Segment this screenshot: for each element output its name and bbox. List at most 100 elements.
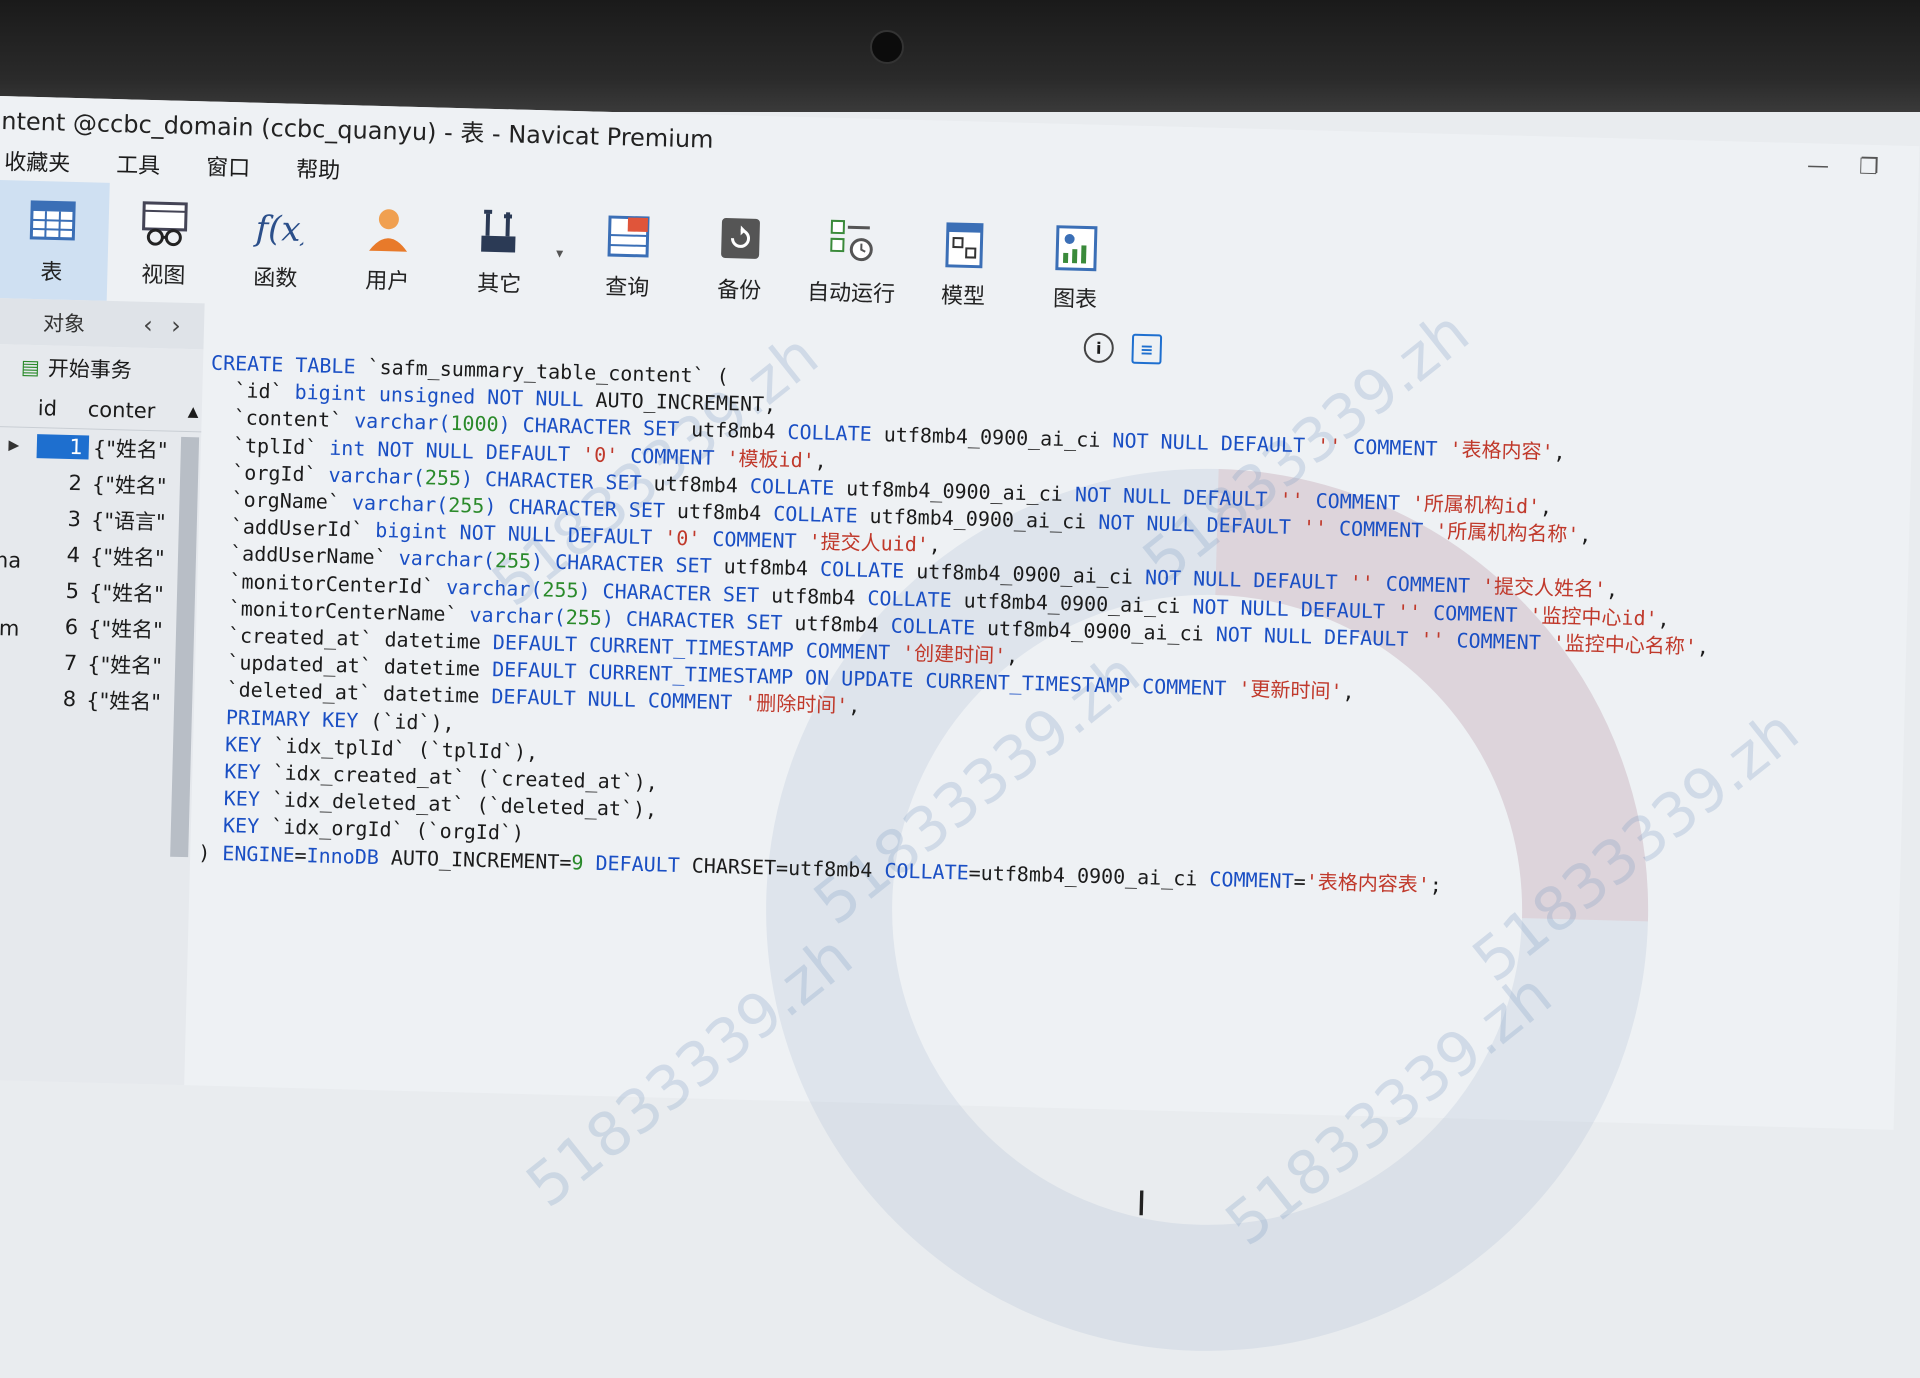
sql-token: '' xyxy=(1279,487,1316,512)
user-icon xyxy=(361,203,416,258)
cell-id[interactable]: 5 xyxy=(33,578,86,603)
cell-content[interactable]: {"姓名" xyxy=(88,432,167,464)
cell-content[interactable]: {"姓名" xyxy=(83,648,162,680)
sql-token: KEY xyxy=(199,813,272,839)
sql-token: utf8mb4_0900_ai_ci xyxy=(987,616,1216,646)
cell-content[interactable]: {"姓名" xyxy=(84,612,163,644)
sql-token: , xyxy=(1579,523,1592,547)
sql-token: COLLATE xyxy=(884,858,969,884)
sql-token: '创建时间' xyxy=(902,641,1007,668)
table-row[interactable]: 7{"姓名" xyxy=(0,643,196,684)
cell-content[interactable]: {"语言" xyxy=(87,504,166,536)
begin-transaction-button[interactable]: ▤ 开始事务 xyxy=(0,344,203,393)
minimize-icon[interactable]: — xyxy=(1807,153,1830,179)
sql-token: NOT NULL DEFAULT xyxy=(1075,482,1280,511)
sql-token: varchar( xyxy=(446,574,543,601)
toolbar-button[interactable]: 自动运行 xyxy=(794,201,909,322)
toolbar-button[interactable]: 表 xyxy=(0,180,110,301)
sql-token: , xyxy=(814,448,827,472)
sql-token: varchar( xyxy=(352,490,449,517)
sql-token: 255 xyxy=(542,577,579,602)
sql-token: '模板id' xyxy=(726,446,815,472)
sql-token: `tplId` xyxy=(209,432,330,459)
menu-item[interactable]: 工具 xyxy=(110,147,183,181)
cell-id[interactable]: 8 xyxy=(30,686,83,711)
column-header-content[interactable]: conter xyxy=(88,397,189,424)
sql-token: , xyxy=(1006,644,1019,668)
table-row[interactable]: 6{"姓名" xyxy=(0,607,197,648)
cell-id[interactable]: 6 xyxy=(32,614,85,639)
cell-content[interactable]: {"姓名" xyxy=(85,576,164,608)
sql-token: NOT NULL DEFAULT xyxy=(1098,510,1303,539)
toolbar-button[interactable]: 模型 xyxy=(906,204,1021,325)
ddl-view-icon[interactable]: ≡ xyxy=(1131,334,1162,365)
sql-code[interactable]: CREATE TABLE `safm_summary_table_content… xyxy=(198,350,1716,906)
toolbar-label: 模型 xyxy=(941,278,986,311)
sql-token: utf8mb4_0900_ai_ci xyxy=(883,423,1112,453)
grid-header: id conter ▲ xyxy=(0,388,202,432)
cell-content[interactable]: {"姓名" xyxy=(87,468,166,500)
objects-tab[interactable]: 对象 xyxy=(0,306,134,340)
restore-icon[interactable]: ❐ xyxy=(1859,154,1879,180)
sql-token: COMMENT xyxy=(1385,572,1482,599)
table-row[interactable]: 3{"语言" xyxy=(0,499,199,540)
toolbar-button[interactable]: 视图 xyxy=(107,183,222,304)
cell-id[interactable]: 2 xyxy=(36,470,89,495)
sql-token: COLLATE xyxy=(820,557,917,584)
sql-token: '监控中心id' xyxy=(1529,603,1658,630)
laptop-bezel xyxy=(0,0,1920,112)
table-row[interactable]: 4{"姓名" xyxy=(0,535,198,576)
sql-token: utf8mb4 xyxy=(723,555,820,582)
sql-token: `content` xyxy=(209,405,354,433)
table-row[interactable]: 8{"姓名" xyxy=(0,679,195,720)
cell-content[interactable]: {"姓名" xyxy=(86,540,165,572)
sql-token: utf8mb4_0900_ai_ci xyxy=(869,504,1098,534)
toolbar-button[interactable]: 查询 xyxy=(571,195,686,316)
sql-token: 255 xyxy=(425,465,462,490)
sql-token: , xyxy=(1697,634,1710,658)
cell-id[interactable]: 3 xyxy=(35,506,88,531)
sql-token: varchar( xyxy=(398,546,495,573)
toolbar-button[interactable]: 图表 xyxy=(1018,207,1133,328)
sql-token: '' xyxy=(1317,434,1354,459)
sql-token: COMMENT xyxy=(1315,488,1412,515)
sql-token: COMMENT xyxy=(630,443,727,470)
sql-token: CREATE TABLE xyxy=(211,351,368,379)
table-row[interactable]: 5{"姓名" xyxy=(0,571,197,612)
cell-id[interactable]: 7 xyxy=(31,650,84,675)
sql-token: , xyxy=(1606,578,1619,602)
sql-token: utf8mb4 xyxy=(771,583,868,610)
sort-asc-icon[interactable]: ▲ xyxy=(188,404,199,420)
toolbar-button[interactable]: 其它 xyxy=(443,192,558,313)
chevron-left-icon[interactable]: ‹ xyxy=(134,311,163,340)
cell-id[interactable]: 1 xyxy=(37,434,90,459)
info-icon[interactable]: i xyxy=(1083,332,1114,363)
column-header-id[interactable]: id xyxy=(0,395,88,422)
sql-token: , xyxy=(1553,440,1566,464)
side-label: em xyxy=(0,616,20,685)
menu-item[interactable]: 收藏夹 xyxy=(0,144,93,178)
svg-text:f(x): f(x) xyxy=(252,209,304,251)
toolbar-button[interactable]: f(x)函数 xyxy=(219,186,334,307)
sql-token: varchar( xyxy=(354,409,451,436)
sql-token: NOT NULL DEFAULT xyxy=(1192,594,1397,623)
chart-icon xyxy=(1049,221,1104,276)
row-marker xyxy=(0,697,30,698)
cell-id[interactable]: 4 xyxy=(34,542,87,567)
table-row[interactable]: ▶1{"姓名" xyxy=(0,427,201,468)
sql-token: '删除时间' xyxy=(744,691,849,718)
sql-token: , xyxy=(929,533,942,557)
sql-token: COLLATE xyxy=(750,474,847,501)
sql-token: 9 xyxy=(571,850,596,875)
cell-content[interactable]: {"姓名" xyxy=(82,684,161,716)
menu-item[interactable]: 帮助 xyxy=(290,152,363,186)
toolbar-button[interactable]: 用户 xyxy=(331,189,446,310)
sql-token: 255 xyxy=(448,493,485,518)
table-icon xyxy=(25,194,80,249)
toolbar-button[interactable]: 备份 xyxy=(682,198,797,319)
sql-token: `orgName` xyxy=(207,487,352,515)
chevron-right-icon[interactable]: › xyxy=(162,311,191,340)
menu-item[interactable]: 窗口 xyxy=(200,149,273,183)
table-row[interactable]: 2{"姓名" xyxy=(0,463,200,504)
sql-token: varchar( xyxy=(469,602,566,629)
